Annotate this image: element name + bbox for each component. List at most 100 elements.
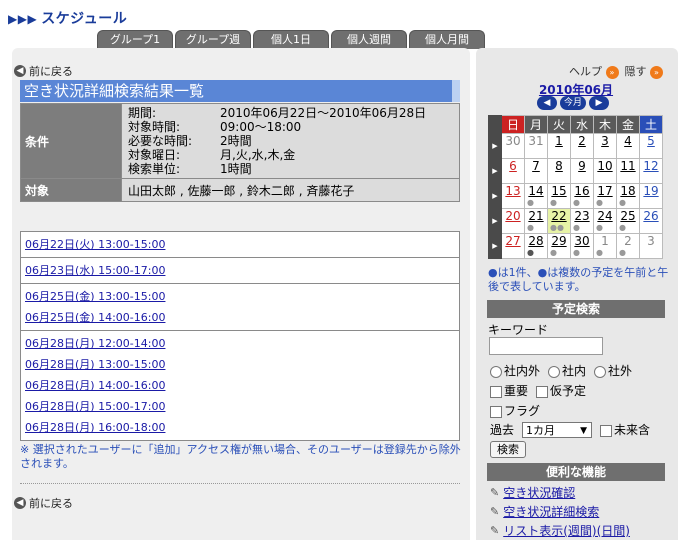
day-link[interactable]: 22 — [551, 209, 566, 223]
day-link[interactable]: 12 — [643, 159, 658, 173]
calendar-day[interactable]: 12 — [639, 158, 663, 184]
check-important[interactable]: 重要 — [490, 382, 528, 399]
prev-month-button[interactable]: ◀ — [537, 96, 557, 110]
week-arrow-icon[interactable]: ▶ — [488, 233, 502, 259]
day-link[interactable]: 23 — [574, 209, 589, 223]
week-arrow-icon[interactable]: ▶ — [488, 158, 502, 184]
radio-internal-external[interactable]: 社内外 — [490, 362, 540, 379]
day-link[interactable]: 13 — [505, 184, 520, 198]
tool-link[interactable]: リスト表示(週間)(日間) — [503, 522, 630, 539]
slot-link[interactable]: 06月28日(月) 14:00-16:00 — [25, 379, 165, 392]
week-arrow-icon[interactable]: ▶ — [488, 183, 502, 209]
day-link[interactable]: 19 — [643, 184, 658, 198]
day-link[interactable]: 20 — [505, 209, 520, 223]
calendar-day[interactable]: 17 ● — [593, 183, 617, 209]
past-select[interactable]: 1カ月 ▼ — [522, 421, 593, 438]
calendar-day[interactable]: 3 — [593, 133, 617, 159]
hide-link[interactable]: 隠す » — [625, 63, 663, 79]
day-link[interactable]: 8 — [555, 159, 563, 173]
day-link[interactable]: 10 — [597, 159, 612, 173]
calendar-day[interactable]: 1 — [547, 133, 571, 159]
week-arrow-icon[interactable]: ▶ — [488, 133, 502, 159]
calendar-day[interactable]: 20 — [501, 208, 525, 234]
check-future[interactable]: 未来含 — [600, 421, 650, 438]
slot-link[interactable]: 06月23日(水) 15:00-17:00 — [25, 264, 165, 277]
day-link[interactable]: 28 — [528, 234, 543, 248]
this-month-button[interactable]: 今月 — [560, 96, 586, 110]
calendar-day[interactable]: 1 ● — [593, 233, 617, 259]
calendar-day[interactable]: 26 — [639, 208, 663, 234]
day-link[interactable]: 29 — [551, 234, 566, 248]
calendar-day[interactable]: 31 — [524, 133, 548, 159]
calendar-day[interactable]: 15 ● — [547, 183, 571, 209]
calendar-day[interactable]: 9 — [570, 158, 594, 184]
calendar-day[interactable]: 30 ● — [570, 233, 594, 259]
slot-link[interactable]: 06月28日(月) 16:00-18:00 — [25, 421, 165, 434]
check-flag[interactable]: フラグ — [490, 402, 540, 419]
day-link[interactable]: 6 — [509, 159, 517, 173]
day-link[interactable]: 15 — [551, 184, 566, 198]
tool-link[interactable]: 空き状況確認 — [503, 484, 575, 501]
day-link[interactable]: 16 — [574, 184, 589, 198]
day-link[interactable]: 3 — [601, 134, 609, 148]
tab-personal-month[interactable]: 個人月間 — [409, 30, 485, 49]
slot-link[interactable]: 06月28日(月) 13:00-15:00 — [25, 358, 165, 371]
calendar-day[interactable]: 16 ● — [570, 183, 594, 209]
radio-external[interactable]: 社外 — [594, 362, 632, 379]
day-link[interactable]: 24 — [597, 209, 612, 223]
slot-link[interactable]: 06月28日(月) 12:00-14:00 — [25, 337, 165, 350]
tab-group-week[interactable]: グループ週間 — [175, 30, 251, 64]
calendar-day[interactable]: 23 ● — [570, 208, 594, 234]
calendar-day[interactable]: 2 — [570, 133, 594, 159]
slot-link[interactable]: 06月28日(月) 15:00-17:00 — [25, 400, 165, 413]
calendar-day[interactable]: 13 — [501, 183, 525, 209]
check-tentative[interactable]: 仮予定 — [536, 382, 586, 399]
calendar-day[interactable]: 30 — [501, 133, 525, 159]
calendar-day[interactable]: 28 ● — [524, 233, 548, 259]
slot-link[interactable]: 06月25日(金) 14:00-16:00 — [25, 311, 165, 324]
calendar-day[interactable]: 27 — [501, 233, 525, 259]
slot-link[interactable]: 06月25日(金) 13:00-15:00 — [25, 290, 165, 303]
day-link[interactable]: 5 — [647, 134, 655, 148]
search-button[interactable]: 検索 — [490, 441, 526, 458]
radio-internal[interactable]: 社内 — [548, 362, 586, 379]
day-link[interactable]: 1 — [555, 134, 563, 148]
day-link[interactable]: 9 — [578, 159, 586, 173]
calendar-day[interactable]: 24 ● — [593, 208, 617, 234]
day-link[interactable]: 30 — [574, 234, 589, 248]
next-month-button[interactable]: ▶ — [589, 96, 609, 110]
calendar-day[interactable]: 3 — [639, 233, 663, 259]
slot-link[interactable]: 06月22日(火) 13:00-15:00 — [25, 238, 165, 251]
day-link[interactable]: 30 — [505, 134, 520, 148]
calendar-day[interactable]: 29 ● — [547, 233, 571, 259]
calendar-day[interactable]: 25 ● — [616, 208, 640, 234]
calendar-day[interactable]: 10 — [593, 158, 617, 184]
day-link[interactable]: 4 — [624, 134, 632, 148]
tab-group-day[interactable]: グループ1日 — [97, 30, 173, 64]
back-link-top[interactable]: ◀ 前に戻る — [14, 63, 73, 79]
day-link[interactable]: 2 — [578, 134, 586, 148]
calendar-day[interactable]: 18 ● — [616, 183, 640, 209]
day-link[interactable]: 27 — [505, 234, 520, 248]
calendar-day[interactable]: 6 — [501, 158, 525, 184]
day-link[interactable]: 18 — [620, 184, 635, 198]
calendar-day[interactable]: 8 — [547, 158, 571, 184]
week-arrow-icon[interactable]: ▶ — [488, 208, 502, 234]
help-link[interactable]: ヘルプ » — [569, 63, 619, 79]
keyword-input[interactable] — [489, 337, 603, 355]
day-link[interactable]: 21 — [528, 209, 543, 223]
back-link-bottom[interactable]: ◀ 前に戻る — [14, 495, 73, 511]
day-link[interactable]: 7 — [532, 159, 540, 173]
calendar-day[interactable]: 4 — [616, 133, 640, 159]
day-link[interactable]: 25 — [620, 209, 635, 223]
day-link[interactable]: 31 — [528, 134, 543, 148]
calendar-day[interactable]: 21 ● — [524, 208, 548, 234]
calendar-day[interactable]: 7 — [524, 158, 548, 184]
day-link[interactable]: 11 — [620, 159, 635, 173]
calendar-day[interactable]: 11 — [616, 158, 640, 184]
tab-personal-day[interactable]: 個人1日 — [253, 30, 329, 49]
tool-link[interactable]: 空き状況詳細検索 — [503, 503, 599, 520]
day-link[interactable]: 14 — [528, 184, 543, 198]
calendar-day[interactable]: 14 ● — [524, 183, 548, 209]
calendar-day[interactable]: 5 — [639, 133, 663, 159]
